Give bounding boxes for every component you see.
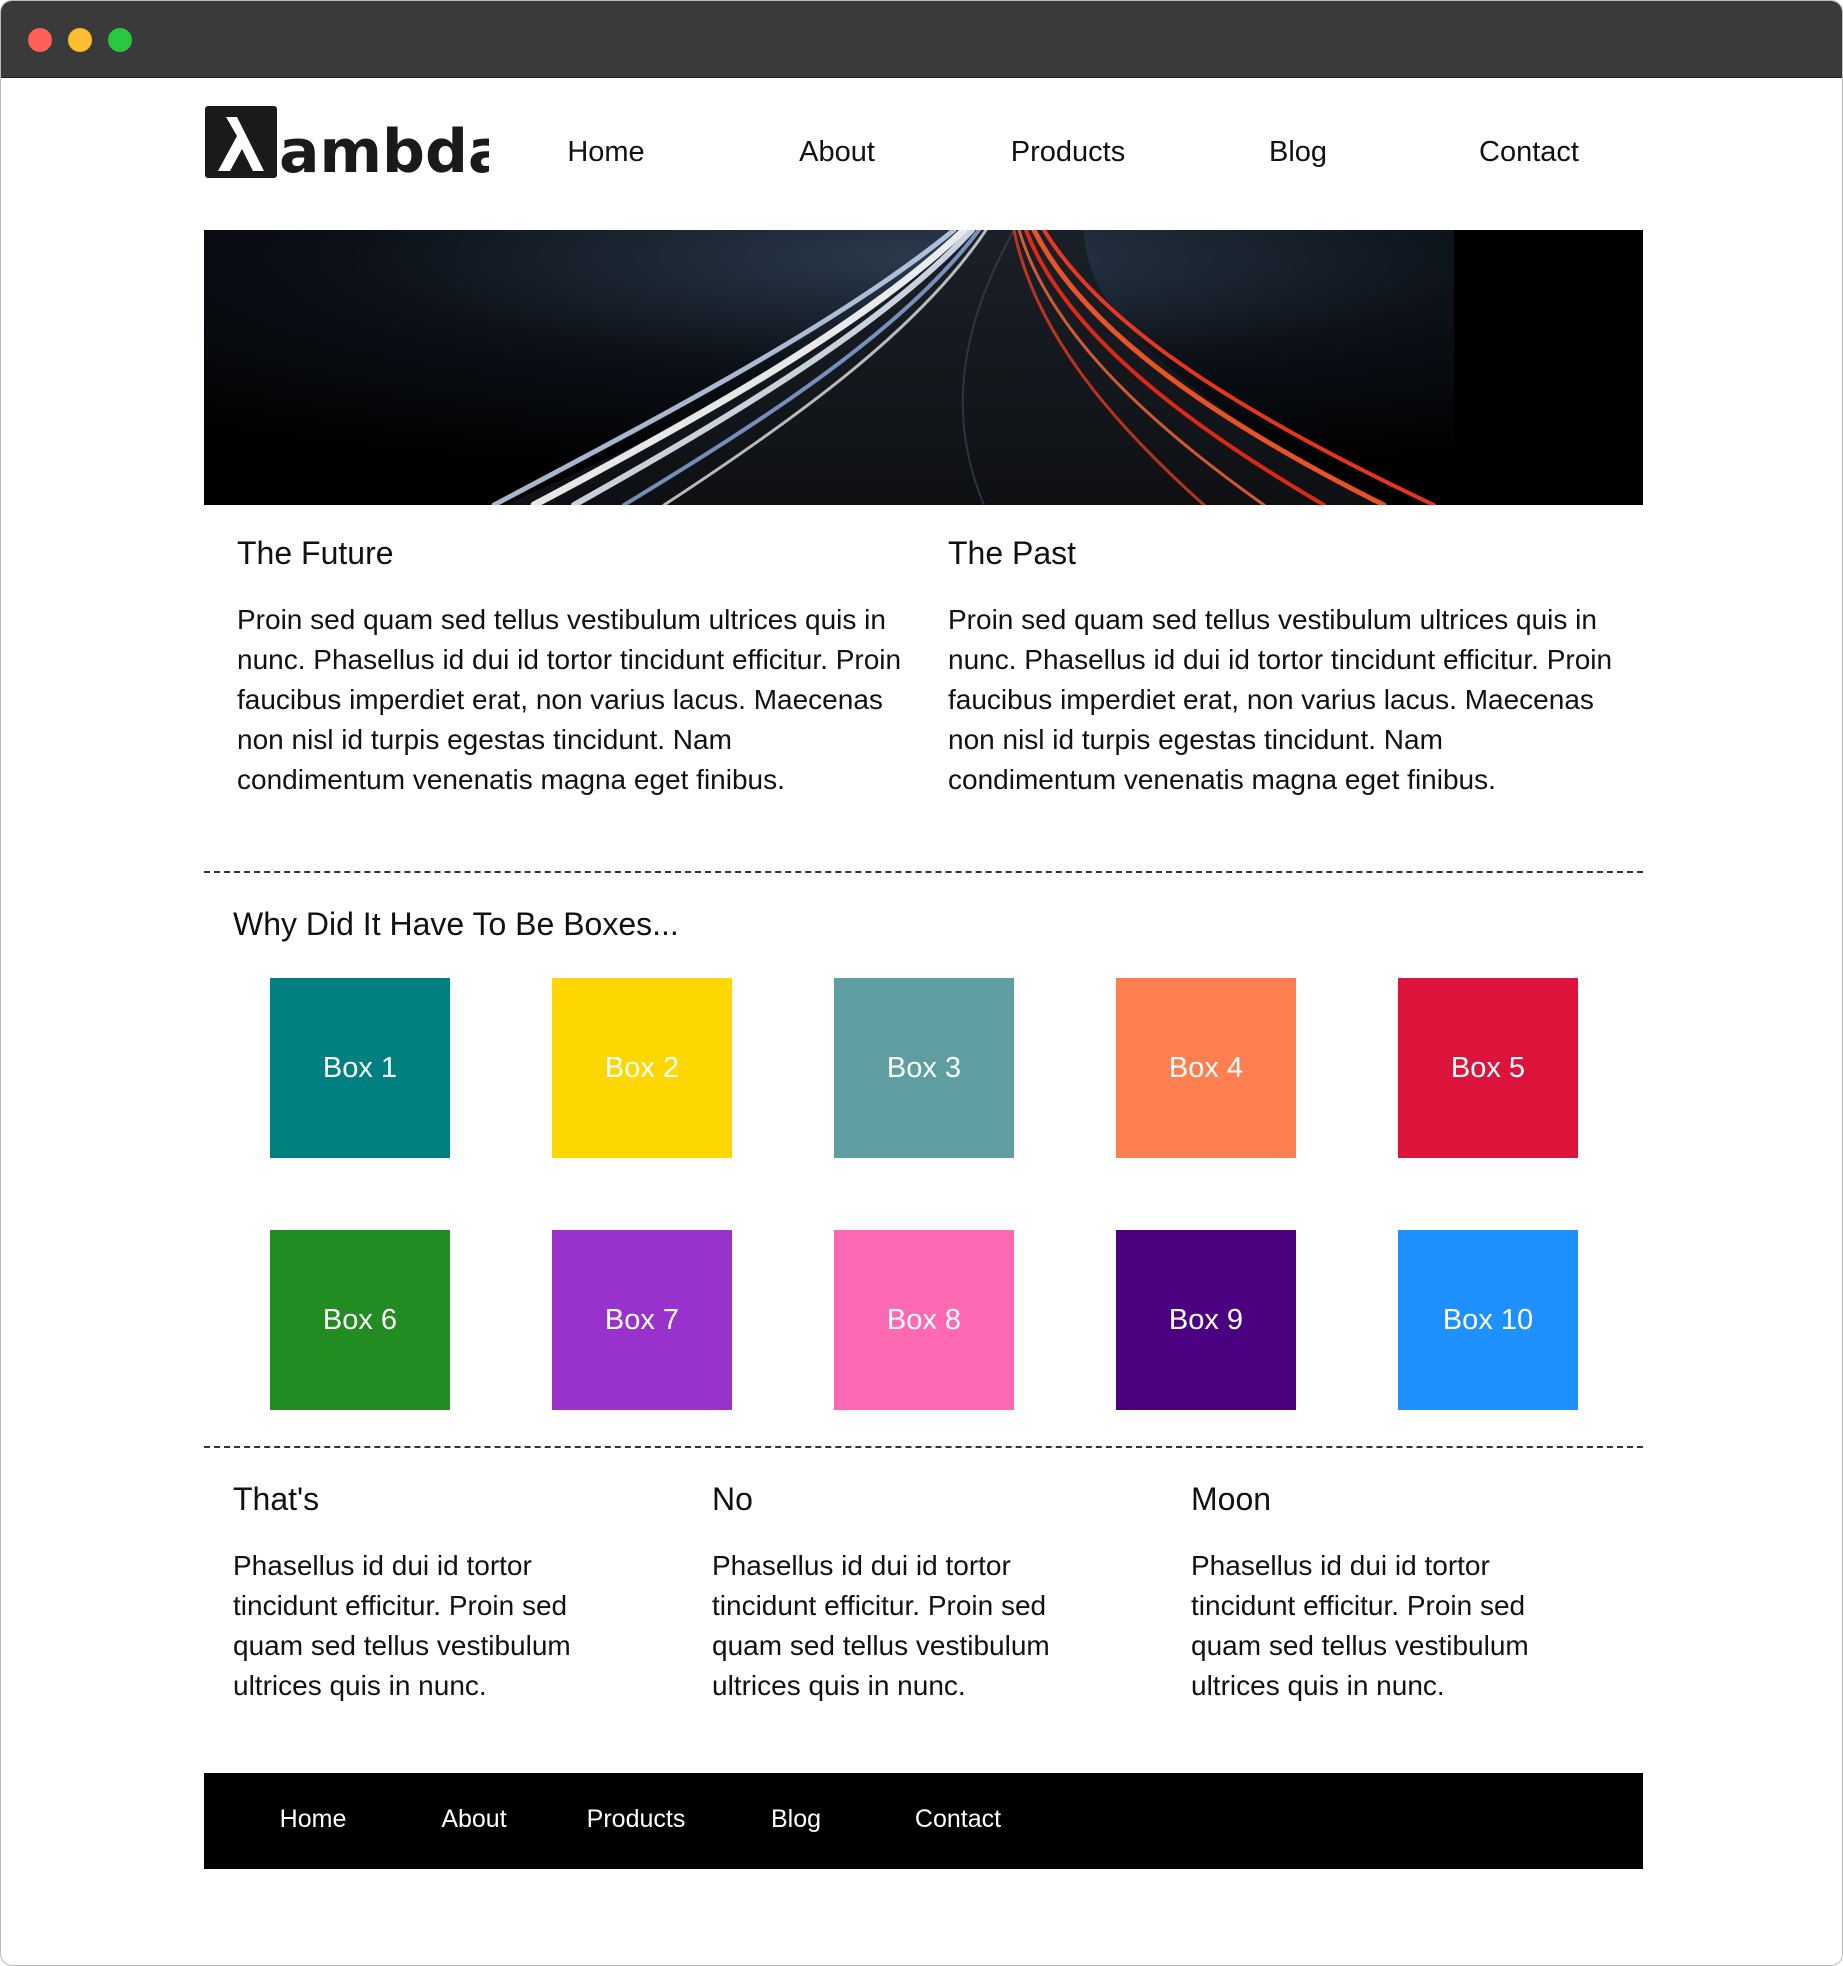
footer-nav-home[interactable]: Home: [280, 1805, 347, 1834]
logo-text: ambda: [279, 117, 489, 181]
section-title: The Future: [237, 535, 394, 571]
dashed-divider: [204, 871, 1643, 873]
section-title: The Past: [948, 535, 1077, 571]
footer-nav-blog[interactable]: Blog: [771, 1805, 821, 1834]
box-5: Box 5: [1398, 978, 1578, 1158]
box-1: Box 1: [270, 978, 450, 1158]
maximize-window-icon[interactable]: [108, 28, 132, 52]
window-titlebar: [1, 1, 1842, 78]
browser-window: ambda Home About Products Blog Contact T…: [0, 0, 1843, 1966]
site-header: ambda Home About Products Blog Contact: [204, 79, 1643, 230]
section-title: Moon: [1191, 1481, 1272, 1517]
section-title: That's: [233, 1481, 320, 1517]
nav-blog[interactable]: Blog: [1269, 136, 1327, 169]
section-body: Phasellus id dui id tortor tincidunt eff…: [233, 1550, 571, 1701]
section-body: Phasellus id dui id tortor tincidunt eff…: [1191, 1550, 1529, 1701]
lambda-logo[interactable]: ambda: [204, 105, 489, 181]
nav-contact[interactable]: Contact: [1479, 136, 1579, 169]
box-9: Box 9: [1116, 1230, 1296, 1410]
highway-light-trails-image: [204, 230, 1643, 505]
section-no: No Phasellus id dui id tortor tincidunt …: [712, 1481, 1092, 1706]
box-6: Box 6: [270, 1230, 450, 1410]
section-moon: Moon Phasellus id dui id tortor tincidun…: [1191, 1481, 1571, 1706]
section-the-future: The Future Proin sed quam sed tellus ves…: [237, 535, 907, 800]
boxes-title: Why Did It Have To Be Boxes...: [233, 906, 679, 942]
section-the-past: The Past Proin sed quam sed tellus vesti…: [948, 535, 1618, 800]
box-3: Box 3: [834, 978, 1014, 1158]
minimize-window-icon[interactable]: [68, 28, 92, 52]
box-10: Box 10: [1398, 1230, 1578, 1410]
box-8: Box 8: [834, 1230, 1014, 1410]
footer-nav-products[interactable]: Products: [587, 1805, 686, 1834]
section-body: Proin sed quam sed tellus vestibulum ult…: [948, 604, 1613, 795]
box-7: Box 7: [552, 1230, 732, 1410]
close-window-icon[interactable]: [28, 28, 52, 52]
footer-nav-about[interactable]: About: [441, 1805, 506, 1834]
section-body: Phasellus id dui id tortor tincidunt eff…: [712, 1550, 1050, 1701]
footer-nav-contact[interactable]: Contact: [915, 1805, 1001, 1834]
box-2: Box 2: [552, 978, 732, 1158]
dashed-divider: [204, 1446, 1643, 1448]
section-body: Proin sed quam sed tellus vestibulum ult…: [237, 604, 902, 795]
section-thats: That's Phasellus id dui id tortor tincid…: [233, 1481, 613, 1706]
nav-about[interactable]: About: [799, 136, 875, 169]
box-4: Box 4: [1116, 978, 1296, 1158]
hero-image: [204, 230, 1643, 505]
main-nav: Home About Products Blog Contact: [564, 136, 1579, 176]
site-footer: Home About Products Blog Contact: [204, 1773, 1643, 1869]
section-title: No: [712, 1481, 753, 1517]
page-content: ambda Home About Products Blog Contact T…: [204, 79, 1643, 1869]
nav-home[interactable]: Home: [567, 136, 644, 169]
nav-products[interactable]: Products: [1011, 136, 1125, 169]
